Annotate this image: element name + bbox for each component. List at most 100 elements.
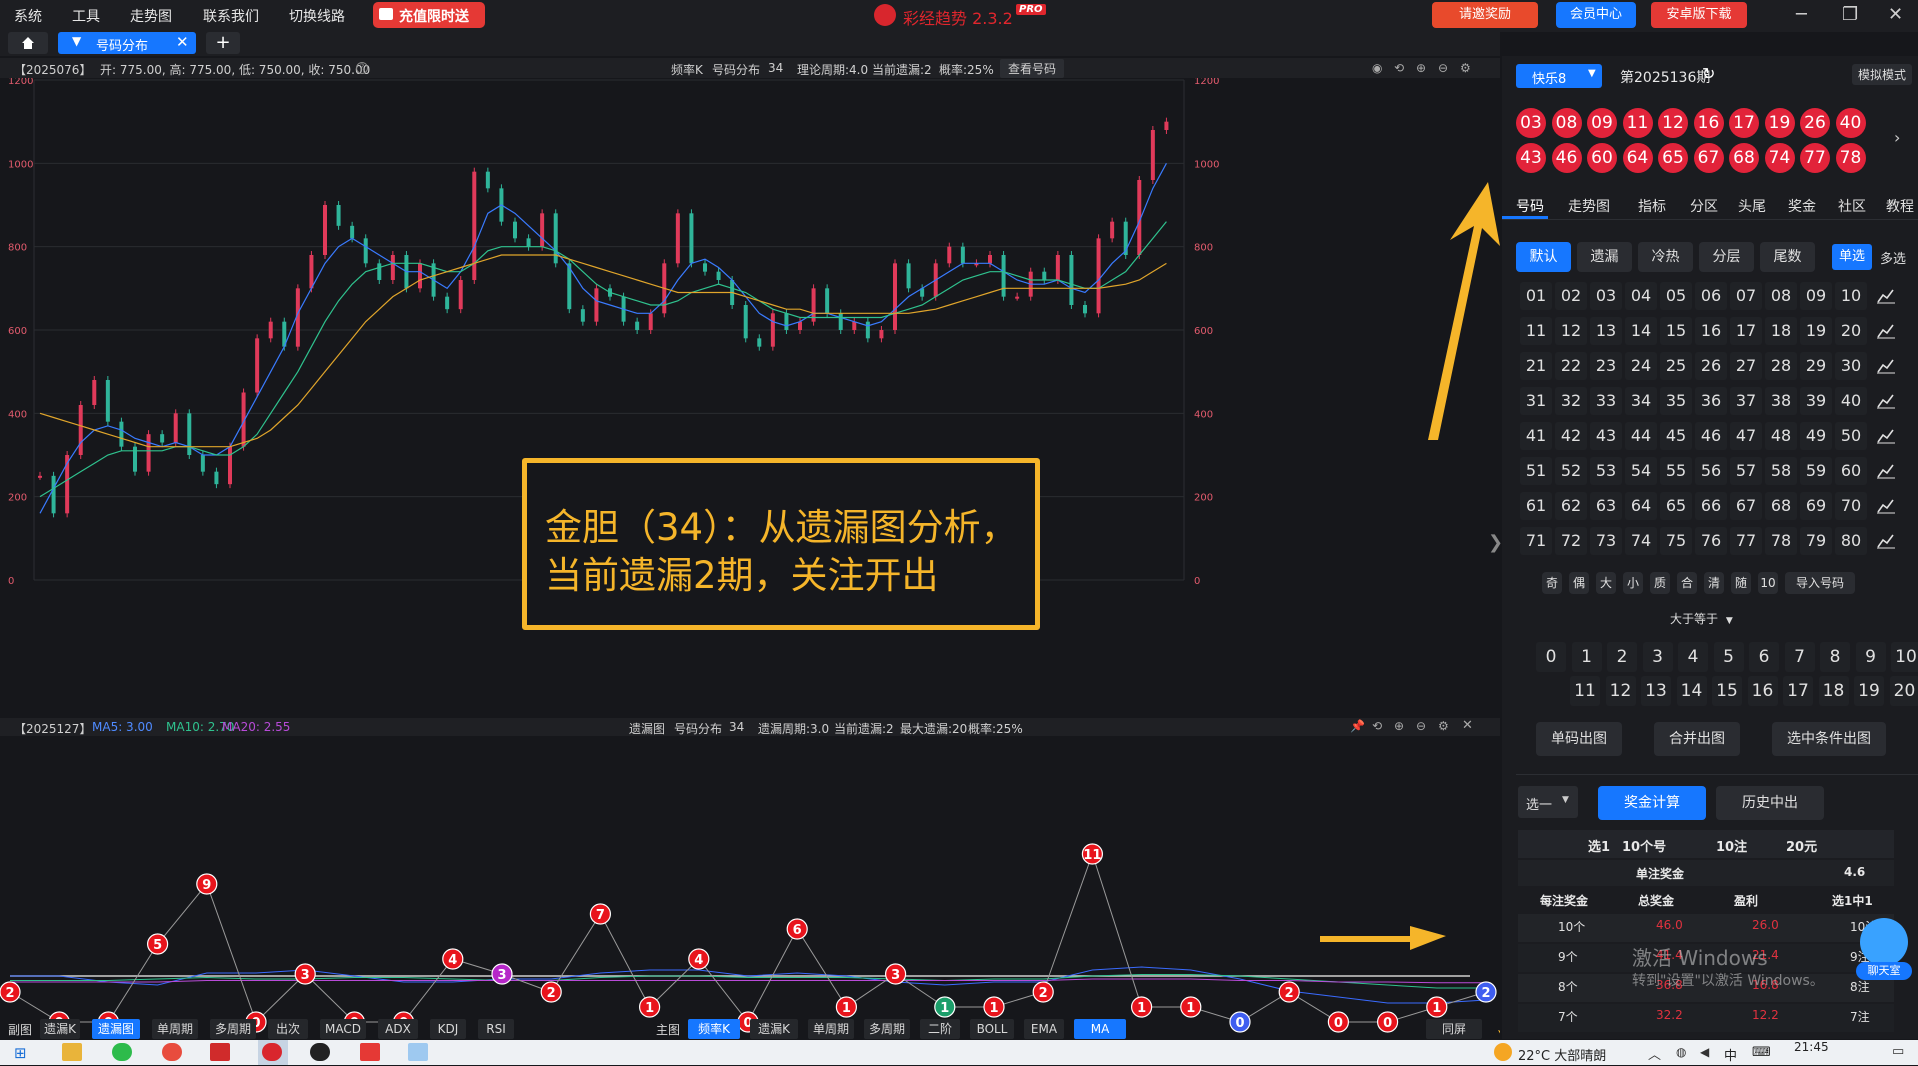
count-cell[interactable]: 6 <box>1749 642 1779 672</box>
number-cell[interactable]: 15 <box>1660 317 1692 345</box>
promo-button[interactable]: 充值限时送 <box>373 2 485 28</box>
number-cell[interactable]: 60 <box>1835 457 1867 485</box>
number-cell[interactable]: 11 <box>1520 317 1552 345</box>
game-select[interactable]: 快乐8 ▼ <box>1516 64 1602 88</box>
wechat-icon[interactable] <box>112 1043 132 1061</box>
count-cell[interactable]: 8 <box>1820 642 1850 672</box>
multi-select-button[interactable]: 多选 <box>1880 248 1906 267</box>
subchart-tab[interactable]: 遗漏K <box>40 1019 80 1039</box>
menu-tools[interactable]: 工具 <box>72 6 100 26</box>
settings-icon[interactable]: ⚙ <box>1460 61 1471 75</box>
count-cell[interactable]: 0 <box>1536 642 1566 672</box>
pin-icon[interactable]: 📌 <box>1350 719 1365 733</box>
number-cell[interactable]: 56 <box>1695 457 1727 485</box>
subchart-tab[interactable]: 多周期 <box>210 1019 256 1039</box>
lottery-app-icon[interactable] <box>262 1043 282 1061</box>
count-cell[interactable]: 10 <box>1891 642 1918 672</box>
number-cell[interactable]: 61 <box>1520 492 1552 520</box>
number-cell[interactable]: 30 <box>1835 352 1867 380</box>
number-cell[interactable]: 07 <box>1730 282 1762 310</box>
stock-app-icon[interactable] <box>210 1043 230 1061</box>
filter-tab[interactable]: 默认 <box>1516 242 1571 272</box>
menu-contact[interactable]: 联系我们 <box>203 6 259 26</box>
count-cell[interactable]: 19 <box>1854 676 1884 706</box>
tab-close-icon[interactable]: ✕ <box>176 33 189 51</box>
refresh-icon[interactable]: ⟲ <box>1394 61 1404 75</box>
sub-settings-icon[interactable]: ⚙ <box>1438 719 1449 733</box>
number-cell[interactable]: 32 <box>1555 387 1587 415</box>
sub-zoom-in-icon[interactable]: ⊕ <box>1394 719 1404 733</box>
wps-icon[interactable] <box>360 1043 380 1061</box>
add-tab-button[interactable]: + <box>206 32 240 54</box>
subchart-tab[interactable]: KDJ <box>430 1019 466 1039</box>
number-cell[interactable]: 40 <box>1835 387 1867 415</box>
history-button[interactable]: 历史中出 <box>1716 786 1824 820</box>
select-one-dropdown[interactable]: 选一 ▼ <box>1518 786 1578 818</box>
number-cell[interactable]: 12 <box>1555 317 1587 345</box>
number-cell[interactable]: 70 <box>1835 492 1867 520</box>
filter-tab[interactable]: 冷热 <box>1638 242 1693 272</box>
number-cell[interactable]: 67 <box>1730 492 1762 520</box>
number-cell[interactable]: 50 <box>1835 422 1867 450</box>
filter-tab[interactable]: 尾数 <box>1760 242 1815 272</box>
number-cell[interactable]: 22 <box>1555 352 1587 380</box>
notes-icon[interactable] <box>408 1043 428 1061</box>
number-cell[interactable]: 25 <box>1660 352 1692 380</box>
number-cell[interactable]: 72 <box>1555 527 1587 555</box>
number-cell[interactable]: 02 <box>1555 282 1587 310</box>
number-cell[interactable]: 36 <box>1695 387 1727 415</box>
count-cell[interactable]: 5 <box>1714 642 1744 672</box>
number-cell[interactable]: 01 <box>1520 282 1552 310</box>
number-cell[interactable]: 39 <box>1800 387 1832 415</box>
number-cell[interactable]: 43 <box>1590 422 1622 450</box>
sub-refresh-icon[interactable]: ⟲ <box>1372 719 1382 733</box>
number-cell[interactable]: 73 <box>1590 527 1622 555</box>
tab-number-distribution[interactable]: ▼ 号码分布 ✕ <box>58 32 196 54</box>
number-cell[interactable]: 79 <box>1800 527 1832 555</box>
count-cell[interactable]: 2 <box>1607 642 1637 672</box>
chat-icon[interactable] <box>1860 918 1908 966</box>
number-cell[interactable]: 08 <box>1765 282 1797 310</box>
trend-chart-icon[interactable] <box>1876 357 1896 375</box>
number-cell[interactable]: 18 <box>1765 317 1797 345</box>
number-cell[interactable]: 68 <box>1765 492 1797 520</box>
zoom-in-icon[interactable]: ⊕ <box>1416 61 1426 75</box>
restore-icon[interactable]: ❐ <box>1842 4 1858 25</box>
number-cell[interactable]: 41 <box>1520 422 1552 450</box>
number-cell[interactable]: 27 <box>1730 352 1762 380</box>
browser-icon[interactable] <box>162 1043 182 1061</box>
number-cell[interactable]: 21 <box>1520 352 1552 380</box>
number-cell[interactable]: 64 <box>1625 492 1657 520</box>
quick-filter[interactable]: 合 <box>1677 572 1697 594</box>
nav-tab[interactable]: 分区 <box>1690 196 1718 216</box>
number-cell[interactable]: 57 <box>1730 457 1762 485</box>
trend-chart-icon[interactable] <box>1876 462 1896 480</box>
number-cell[interactable]: 80 <box>1835 527 1867 555</box>
invite-button[interactable]: 请邀奖励 <box>1432 2 1538 28</box>
nav-tab[interactable]: 走势图 <box>1568 196 1610 216</box>
quick-filter[interactable]: 随 <box>1731 572 1751 594</box>
help-icon[interactable]: ? <box>356 62 368 74</box>
nav-tab[interactable]: 指标 <box>1638 196 1666 216</box>
number-cell[interactable]: 63 <box>1590 492 1622 520</box>
quick-filter[interactable]: 奇 <box>1542 572 1562 594</box>
notification-icon[interactable]: ▭ <box>1892 1044 1904 1059</box>
count-cell[interactable]: 11 <box>1570 676 1600 706</box>
chart-action-button[interactable]: 选中条件出图 <box>1772 722 1886 756</box>
number-cell[interactable]: 03 <box>1590 282 1622 310</box>
count-cell[interactable]: 12 <box>1606 676 1636 706</box>
number-cell[interactable]: 59 <box>1800 457 1832 485</box>
number-cell[interactable]: 54 <box>1625 457 1657 485</box>
number-cell[interactable]: 23 <box>1590 352 1622 380</box>
trend-chart-icon[interactable] <box>1876 427 1896 445</box>
count-cell[interactable]: 9 <box>1856 642 1886 672</box>
number-cell[interactable]: 04 <box>1625 282 1657 310</box>
number-cell[interactable]: 51 <box>1520 457 1552 485</box>
number-cell[interactable]: 52 <box>1555 457 1587 485</box>
nav-tab[interactable]: 号码 <box>1516 196 1544 216</box>
number-cell[interactable]: 20 <box>1835 317 1867 345</box>
keyboard-icon[interactable]: ⌨ <box>1752 1045 1771 1060</box>
home-button[interactable] <box>8 32 48 54</box>
expand-right-icon[interactable]: ❯ <box>1488 532 1503 553</box>
number-cell[interactable]: 24 <box>1625 352 1657 380</box>
